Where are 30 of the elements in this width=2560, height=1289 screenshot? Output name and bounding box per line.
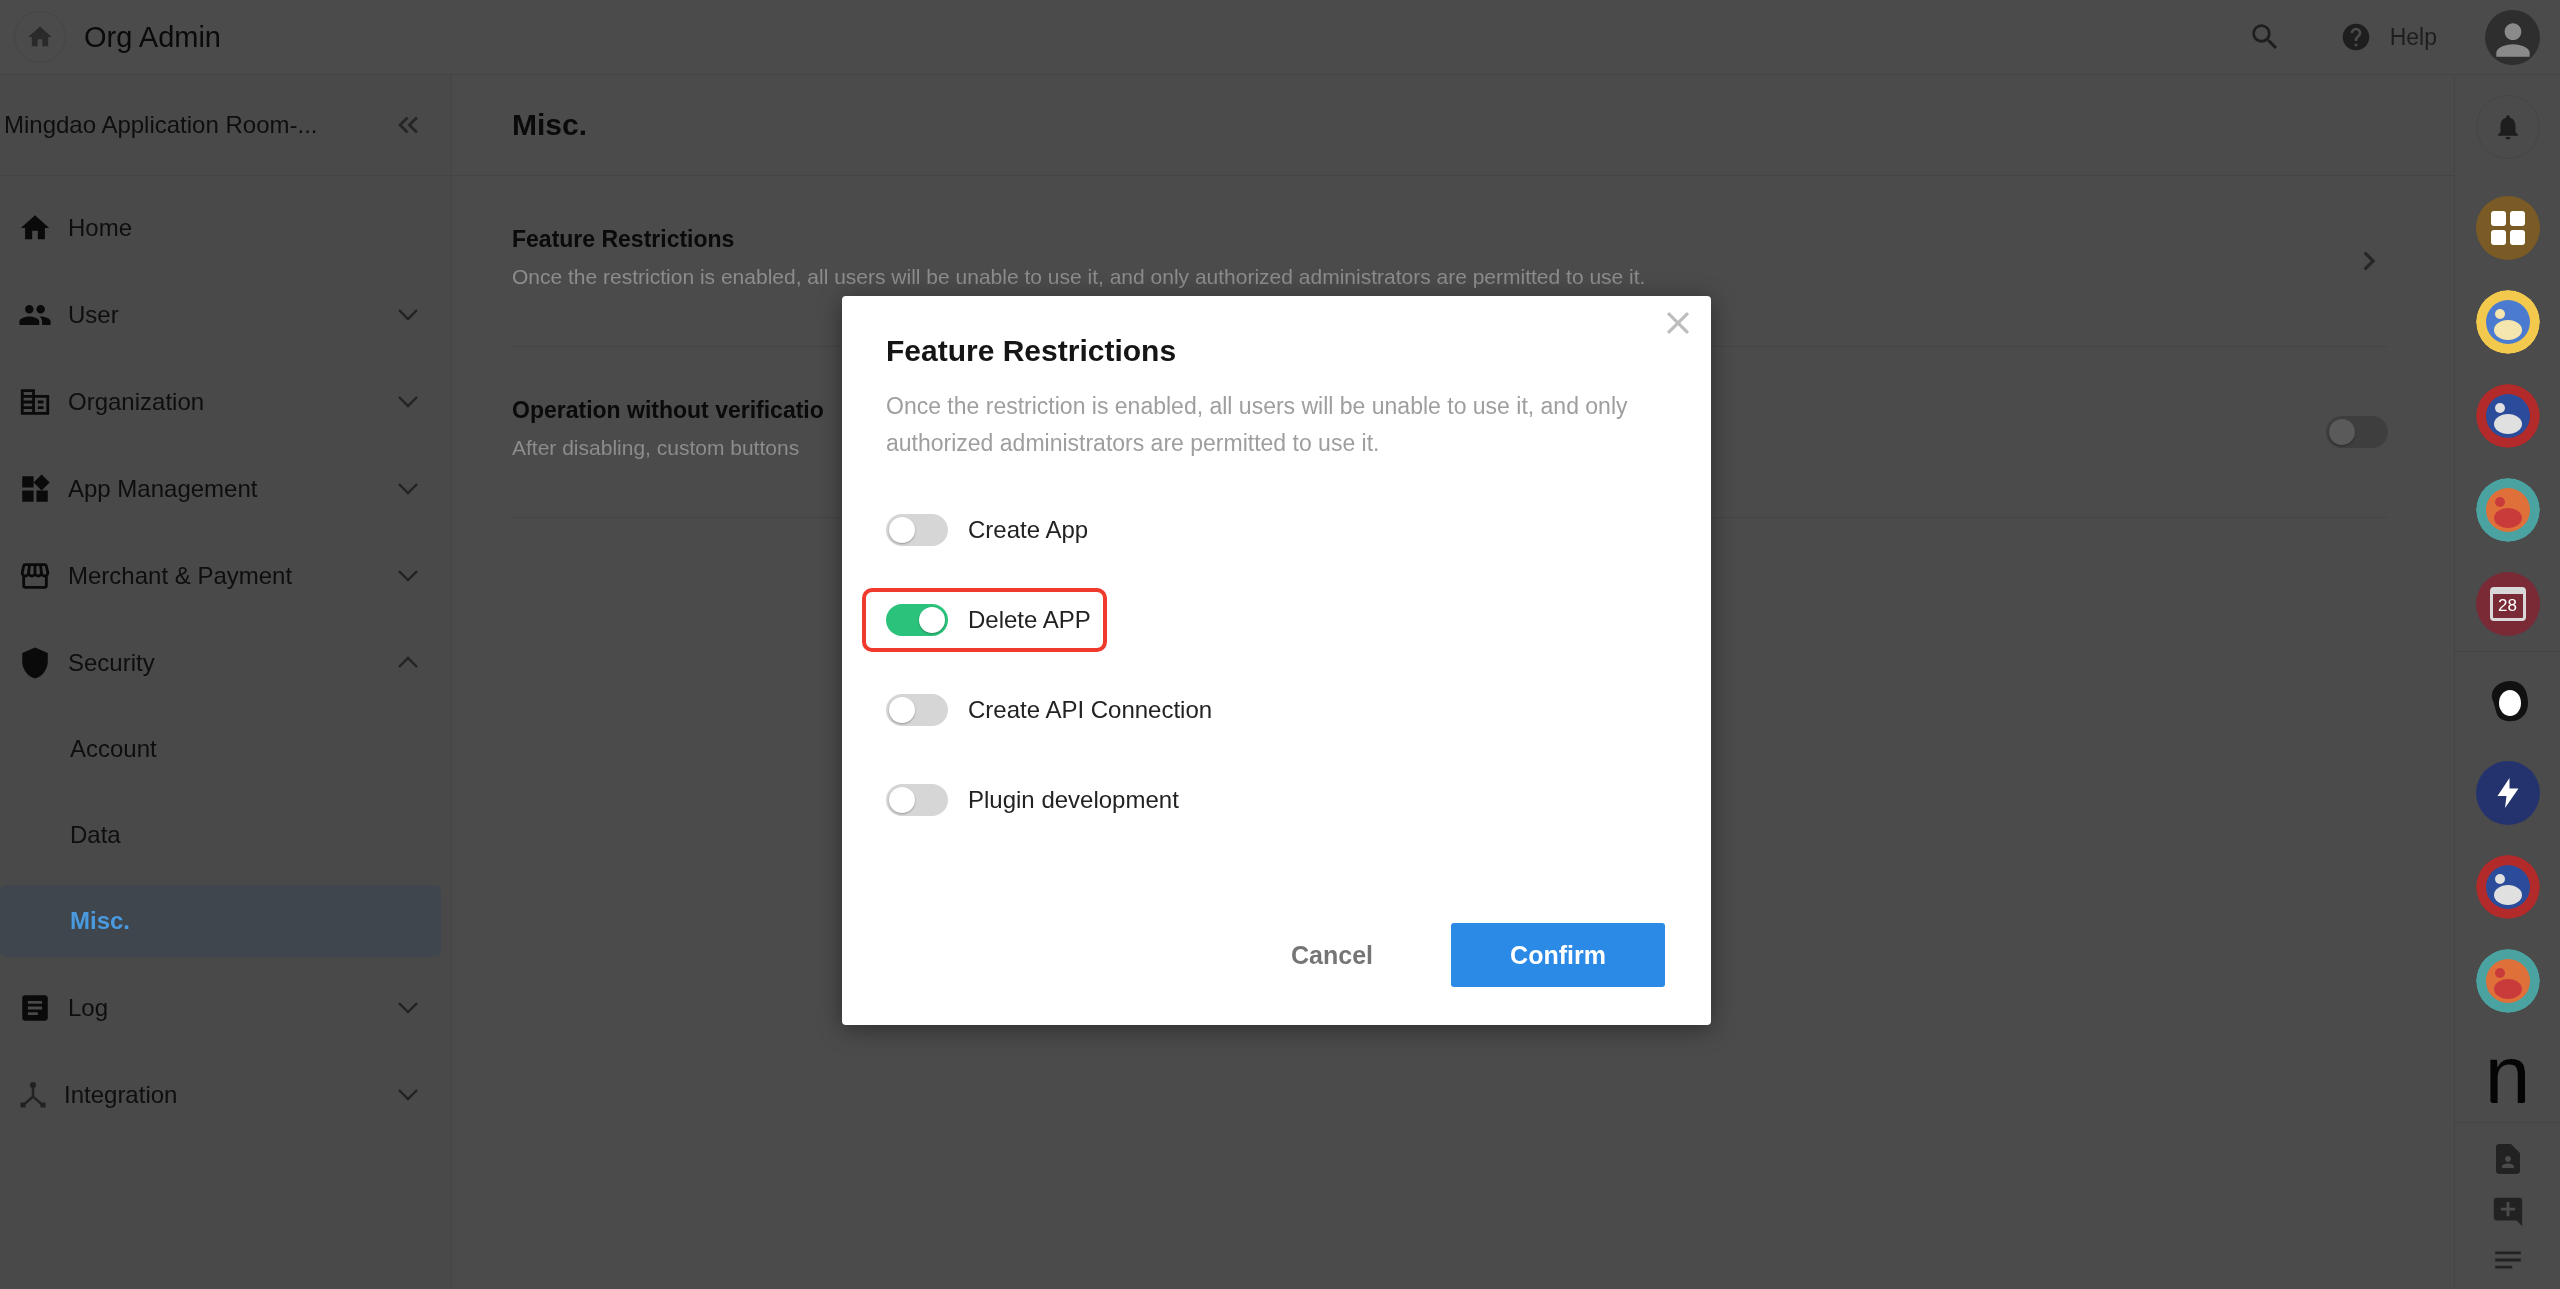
setting-title: Feature Restrictions — [512, 226, 735, 253]
cancel-button[interactable]: Cancel — [1265, 924, 1399, 986]
app-icon[interactable]: 28 — [2475, 572, 2540, 636]
option-label: Delete APP — [968, 606, 1091, 634]
setting-title: Operation without verificatio — [512, 397, 824, 424]
option-label: Plugin development — [968, 786, 1179, 814]
app-icon[interactable]: n — [2475, 1043, 2540, 1107]
setting-description: Once the restriction is enabled, all users will be unable to use it, and only authorized administrators are permitted to use it. — [512, 265, 1646, 289]
setting-description: After disabling, custom buttons — [512, 436, 800, 460]
app-letter: n — [2484, 1043, 2531, 1107]
nav-subitem[interactable]: Account — [0, 713, 441, 785]
dialog-title: Feature Restrictions — [886, 334, 1178, 368]
nav-item[interactable]: Home — [0, 184, 451, 271]
nav-subitem[interactable]: Misc. — [0, 885, 441, 957]
option-label: Create API Connection — [968, 696, 1213, 724]
dialog-description: Once the restriction is enabled, all users will be unable to use it, and only authorized administrators are permitted to use it. — [886, 392, 1629, 458]
option-label: Create App — [968, 516, 1089, 544]
nav-item[interactable]: Security — [0, 619, 451, 706]
nav-item[interactable]: Log — [0, 964, 451, 1051]
confirm-button[interactable]: Confirm — [1451, 923, 1665, 987]
app-title: Org Admin — [84, 20, 221, 54]
nav-subitem[interactable]: Data — [0, 799, 441, 871]
page-title: Misc. — [512, 108, 588, 142]
nav-item[interactable]: Integration — [0, 1051, 451, 1138]
nav-item[interactable]: Organization — [0, 358, 451, 445]
nav-item[interactable]: Merchant & Payment — [0, 532, 451, 619]
calendar-icon: 28 — [2489, 587, 2526, 621]
nav-item[interactable]: User — [0, 271, 451, 358]
organization-name[interactable]: Mingdao Application Room-... — [4, 111, 318, 139]
nav-item[interactable]: App Management — [0, 445, 451, 532]
